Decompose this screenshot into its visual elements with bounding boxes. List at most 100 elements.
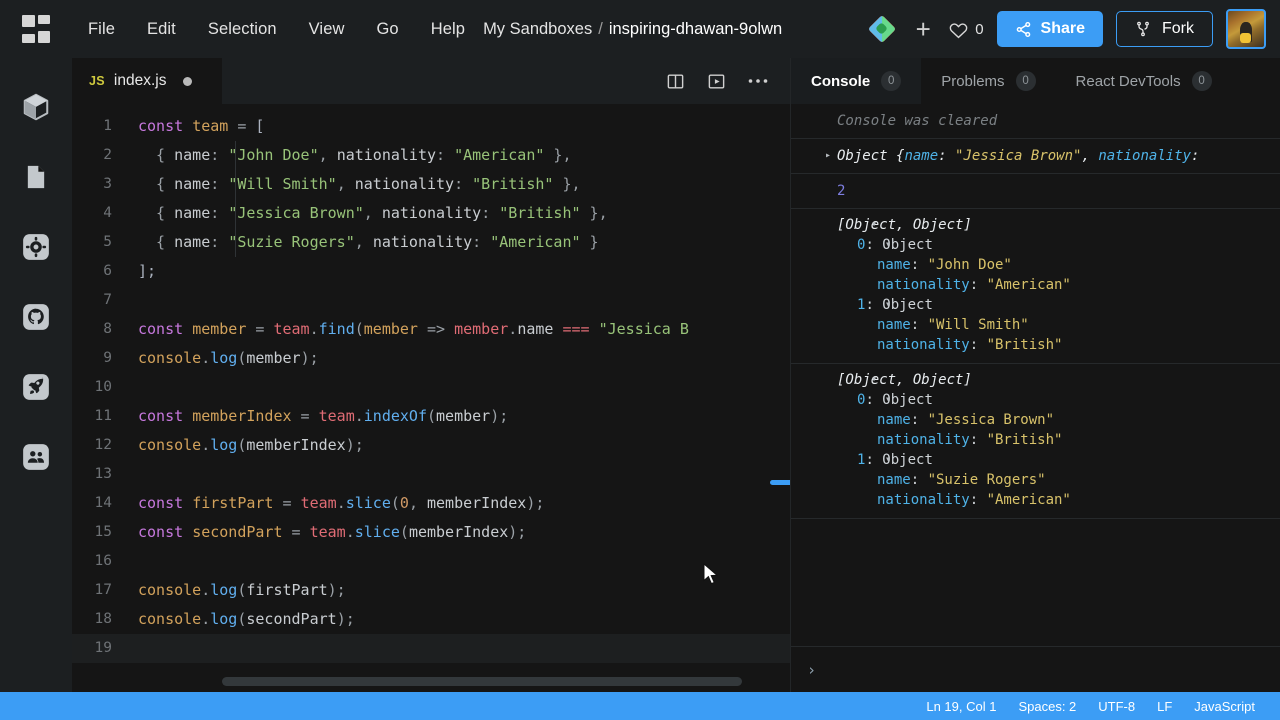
console-entry[interactable]: ▾ [Object, Object] ▾ 0: Object name: "Jessic… (791, 364, 1280, 519)
indent-guide (235, 141, 236, 170)
status-item-3[interactable]: LF (1146, 699, 1183, 714)
code-line[interactable]: 5 { name: "Suzie Rogers", nationality: "… (72, 228, 790, 257)
console-array-header[interactable]: ▾ [Object, Object] (837, 370, 1268, 390)
code-line[interactable]: 6]; (72, 257, 790, 286)
code-line[interactable]: 3 { name: "Will Smith", nationality: "Br… (72, 170, 790, 199)
status-item-2[interactable]: UTF-8 (1087, 699, 1146, 714)
console-input-row[interactable]: › (791, 646, 1280, 692)
breadcrumb-root[interactable]: My Sandboxes (483, 20, 592, 39)
cube-icon (23, 93, 49, 121)
collapse-triangle-icon[interactable]: ▾ (885, 235, 891, 255)
editor-actions (666, 58, 790, 104)
console-number-value: 2 (837, 183, 846, 199)
avatar[interactable] (1226, 9, 1266, 49)
code-line[interactable]: 18 console.log(secondPart); (72, 605, 790, 634)
more-options-icon[interactable] (748, 78, 768, 84)
app-logo-button[interactable] (0, 0, 72, 58)
console-object-node[interactable]: ▾ 0: Object (837, 390, 1268, 410)
console-property-row: nationality: "American" (877, 277, 1071, 293)
code-line[interactable]: 17 console.log(firstPart); (72, 576, 790, 605)
split-editor-icon[interactable] (666, 72, 685, 91)
sidebar-item-github[interactable] (0, 282, 72, 352)
expand-triangle-icon[interactable]: ▸ (825, 146, 831, 166)
plus-icon[interactable]: + (910, 16, 936, 42)
line-number: 14 (94, 495, 112, 511)
tabbar-spacer (222, 58, 666, 104)
code-line[interactable]: 15 const secondPart = team.slice(memberIn… (72, 518, 790, 547)
code-text: const team = [ (138, 117, 265, 135)
console-object-node[interactable]: ▾ 1: Object (837, 295, 1268, 315)
collapse-triangle-icon[interactable]: ▾ (885, 450, 891, 470)
code-line[interactable]: 1 const team = [ (72, 112, 790, 141)
code-line[interactable]: 13 (72, 460, 790, 489)
console-input[interactable] (828, 661, 1264, 678)
tab-problems[interactable]: Problems 0 (921, 58, 1055, 104)
menu-item-view[interactable]: View (293, 14, 361, 45)
collapse-triangle-icon[interactable]: ▾ (871, 215, 877, 235)
code-text: { name: "Jessica Brown", nationality: "B… (138, 204, 608, 222)
code-line[interactable]: 10 (72, 373, 790, 402)
console-output[interactable]: Console was cleared ▸ Object {name: "Jessi… (791, 104, 1280, 646)
line-number: 4 (103, 205, 112, 221)
console-object-node[interactable]: ▾ 0: Object (837, 235, 1268, 255)
code-line[interactable]: 9 console.log(member); (72, 344, 790, 373)
run-preview-icon[interactable] (707, 72, 726, 91)
line-number: 19 (94, 640, 112, 656)
breadcrumb-sandbox-name[interactable]: inspiring-dhawan-9olwn (609, 20, 782, 39)
like-button[interactable]: 0 (949, 20, 984, 39)
fork-button[interactable]: Fork (1116, 11, 1213, 47)
menu-item-edit[interactable]: Edit (131, 14, 192, 45)
fork-icon (1137, 21, 1149, 37)
line-number: 11 (94, 408, 112, 424)
code-line[interactable]: 16 (72, 547, 790, 576)
code-editor[interactable]: 1 const team = [2 { name: "John Doe", nat… (72, 104, 790, 692)
code-line[interactable]: 2 { name: "John Doe", nationality: "Amer… (72, 141, 790, 170)
status-item-1[interactable]: Spaces: 2 (1007, 699, 1087, 714)
status-item-0[interactable]: Ln 19, Col 1 (915, 699, 1007, 714)
code-line[interactable]: 4 { name: "Jessica Brown", nationality: … (72, 199, 790, 228)
code-line[interactable]: 12 console.log(memberIndex); (72, 431, 790, 460)
console-entry[interactable]: ▾ [Object, Object] ▾ 0: Object name: "John D… (791, 209, 1280, 364)
console-cleared-message: Console was cleared (791, 104, 1280, 139)
sidebar-item-explorer[interactable] (0, 72, 72, 142)
console-property-row: name: "Will Smith" (877, 317, 1029, 333)
console-entry[interactable]: ▸ Object {name: "Jessica Brown", national… (791, 139, 1280, 174)
status-item-4[interactable]: JavaScript (1183, 699, 1266, 714)
code-line[interactable]: 14 const firstPart = team.slice(0, member… (72, 489, 790, 518)
sidebar-item-files[interactable] (0, 142, 72, 212)
indent-guide (235, 170, 236, 199)
console-array-header[interactable]: ▾ [Object, Object] (837, 215, 1268, 235)
code-line[interactable]: 7 (72, 286, 790, 315)
panel-resize-handle[interactable] (770, 480, 790, 485)
menu-item-selection[interactable]: Selection (192, 14, 293, 45)
menu-item-go[interactable]: Go (361, 14, 415, 45)
sidebar-item-live[interactable] (0, 422, 72, 492)
menu-item-help[interactable]: Help (415, 14, 481, 45)
collapse-triangle-icon[interactable]: ▾ (885, 390, 891, 410)
code-text: console.log(member); (138, 349, 319, 367)
share-button[interactable]: Share (996, 11, 1103, 47)
code-line[interactable]: 19 (72, 634, 790, 663)
editor-horizontal-scrollbar[interactable] (222, 677, 742, 686)
collapse-triangle-icon[interactable]: ▾ (871, 370, 877, 390)
sidebar-item-deploy[interactable] (0, 352, 72, 422)
collapse-triangle-icon[interactable]: ▾ (885, 295, 891, 315)
code-line[interactable]: 8 const member = team.find(member => memb… (72, 315, 790, 344)
tab-react-devtools[interactable]: React DevTools 0 (1056, 58, 1232, 104)
console-tab-bar: Console 0 Problems 0 React DevTools 0 (791, 58, 1280, 104)
tab-console[interactable]: Console 0 (791, 58, 922, 104)
codesandbox-diamond-icon[interactable] (867, 14, 897, 44)
tab-filename: index.js (113, 72, 167, 89)
tab-index-js[interactable]: JS index.js (72, 58, 222, 104)
console-object-node[interactable]: ▾ 1: Object (837, 450, 1268, 470)
menu-item-file[interactable]: File (72, 14, 131, 45)
code-line[interactable]: 11 const memberIndex = team.indexOf(membe… (72, 402, 790, 431)
console-entry[interactable]: 2 (791, 174, 1280, 209)
line-number: 3 (103, 176, 112, 192)
editor-pane: JS index.js 1 const team = [2 {name: "… (72, 58, 790, 692)
sidebar-item-settings[interactable] (0, 212, 72, 282)
line-number: 10 (94, 379, 112, 395)
